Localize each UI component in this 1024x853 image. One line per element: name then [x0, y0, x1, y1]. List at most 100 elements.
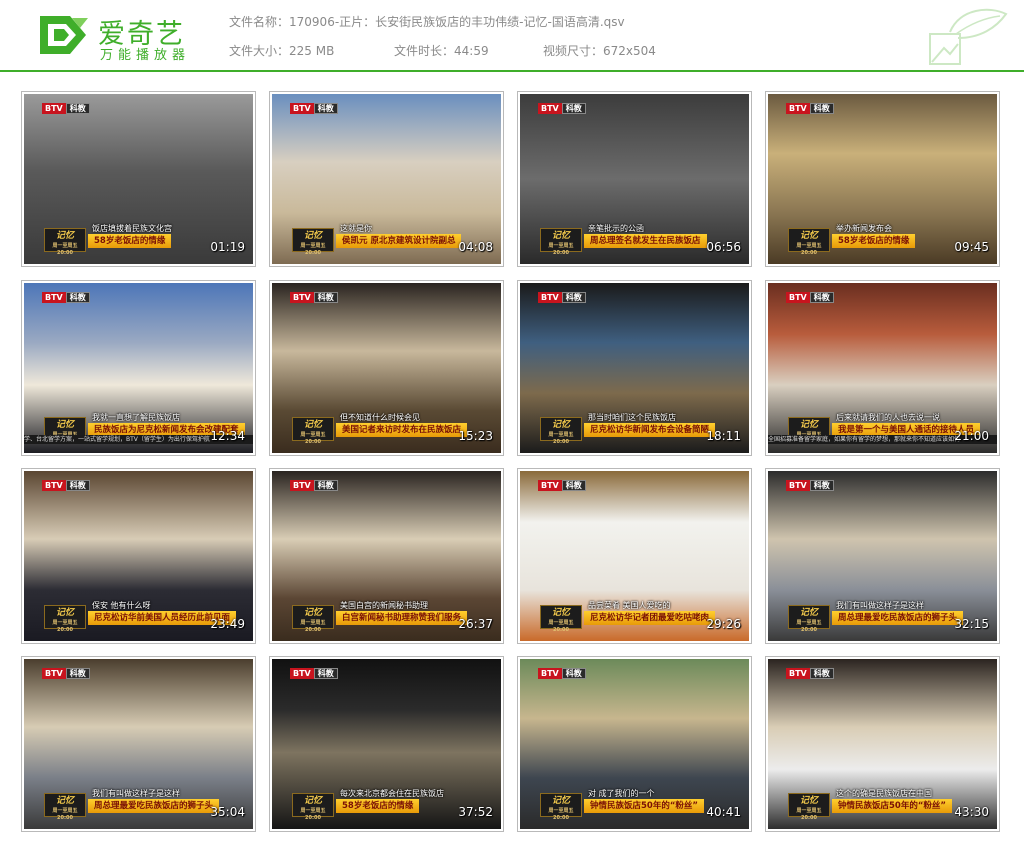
channel-badge: BTV 科教	[538, 103, 586, 114]
filesize-label: 文件大小：	[229, 44, 290, 58]
video-thumbnail[interactable]: BTV 科教 记忆 周一至周五 20:00 我们有叫做这样子是这样 周总理最爱吃民族饭店的…	[765, 468, 1000, 644]
channel-badge-left: BTV	[786, 292, 810, 303]
thumbnail-frame: BTV 科教 记忆 周一至周五 20:00 举办新闻发布会 58岁老饭店的情缘 09:45	[768, 94, 997, 264]
thumbnail-frame: BTV 科教 记忆 周一至周五 20:00 我们有叫做这样子是这样 周总理最爱吃民族饭店的…	[24, 659, 253, 829]
channel-badge-right: 科教	[65, 480, 90, 491]
channel-badge-left: BTV	[42, 103, 66, 114]
caption-bar: 周总理签名就发生在民族饭店	[584, 234, 707, 248]
channel-badge-right: 科教	[561, 292, 586, 303]
video-thumbnail[interactable]: BTV 科教 记忆 周一至周五 20:00 那当时咱们这个民族饭店 尼克松访华新闻发布会设…	[517, 280, 752, 456]
channel-badge: BTV 科教	[290, 668, 338, 679]
filesize-value: 225 MB	[289, 44, 335, 58]
show-logo-title: 记忆	[799, 608, 818, 618]
channel-badge: BTV 科教	[42, 480, 90, 491]
thumbnail-frame: BTV 科教 记忆 周一至周五 20:00 这个的确是民族饭店在中国 钟情民族饭店50年的…	[768, 659, 997, 829]
channel-badge-right: 科教	[561, 480, 586, 491]
show-logo-title: 记忆	[55, 796, 74, 806]
channel-badge-left: BTV	[786, 103, 810, 114]
header: 爱奇艺 万能播放器 文件名称：170906-正片：长安街民族饭店的丰功伟绩-记忆…	[0, 0, 1024, 70]
dimensions-info: 视频尺寸：672x504	[543, 42, 656, 59]
subtitle-text: 举办新闻发布会	[836, 224, 892, 233]
thumbnail-frame: BTV 科教 记忆 周一至周五 20:00 我们有叫做这样子是这样 周总理最爱吃民族饭店的…	[768, 471, 997, 641]
duration-info: 文件时长：44:59	[394, 42, 489, 59]
show-logo: 记忆周一至周五 20:00	[292, 417, 334, 445]
thumbnail-frame: BTV 科教 记忆 周一至周五 20:00 对 成了我们的一个 钟情民族饭店50年的“粉丝…	[520, 659, 749, 829]
channel-badge: BTV 科教	[786, 480, 834, 491]
show-logo-title: 记忆	[55, 231, 74, 241]
channel-badge-right: 科教	[809, 480, 834, 491]
caption-bar: 钟情民族饭店50年的“粉丝”	[832, 799, 953, 813]
video-thumbnail[interactable]: BTV科教记忆周一至周五 20:00后来就请我们的人也去说一说我是第一个与美国人…	[765, 280, 1000, 456]
channel-badge: BTV 科教	[290, 292, 338, 303]
channel-badge-left: BTV	[538, 480, 562, 491]
show-logo-title: 记忆	[303, 608, 322, 618]
video-thumbnail[interactable]: BTV 科教 记忆 周一至周五 20:00 饭店填拔着民族文化宫 58岁老饭店的情缘 01:…	[21, 91, 256, 267]
logo-subtitle: 万能播放器	[100, 48, 191, 63]
channel-badge-left: BTV	[42, 292, 66, 303]
channel-badge: BTV 科教	[538, 480, 586, 491]
dimensions-value: 672x504	[603, 44, 656, 58]
video-thumbnail[interactable]: BTV 科教 记忆 周一至周五 20:00 保安 他有什么呀 尼克松访华前美国人员经历此前…	[21, 468, 256, 644]
channel-badge-right: 科教	[65, 668, 90, 679]
show-logo-subtitle: 周一至周五 20:00	[796, 808, 822, 821]
video-thumbnail[interactable]: BTV 科教 记忆 周一至周五 20:00 美国白宫的新闻秘书助理 白宫新闻秘书助理称赞我…	[269, 468, 504, 644]
subtitle-text: 我们有叫做这样子是这样	[92, 789, 180, 798]
thumbnail-frame: BTV科教记忆周一至周五 20:00我就一直想了解民族饭店民族饭店为尼克松新闻发…	[24, 283, 253, 453]
caption-bar: 尼克松访华记者团最爱吃咕咾肉	[584, 611, 716, 625]
channel-badge-left: BTV	[538, 668, 562, 679]
show-logo: 记忆周一至周五 20:00	[292, 228, 334, 256]
subtitle-text: 但不知道什么时候会见	[340, 413, 420, 422]
video-thumbnail[interactable]: BTV 科教 记忆 周一至周五 20:00 品尝菜肴 美国人爱吃的 尼克松访华记者团最爱吃…	[517, 468, 752, 644]
thumbnail-timestamp: 40:41	[706, 805, 741, 819]
caption-bar: 侯凯元 原北京建筑设计院副总	[336, 234, 462, 248]
channel-badge-right: 科教	[809, 292, 834, 303]
show-logo-title: 记忆	[303, 796, 322, 806]
subtitle-text: 亲笔批示的公函	[588, 224, 644, 233]
channel-badge: BTV 科教	[538, 668, 586, 679]
show-logo-subtitle: 周一至周五 20:00	[548, 432, 574, 445]
thumbnail-frame: BTV 科教 记忆 周一至周五 20:00 亲笔批示的公函 周总理签名就发生在民族饭店 06…	[520, 94, 749, 264]
show-logo-subtitle: 周一至周五 20:00	[300, 620, 326, 633]
video-thumbnail[interactable]: BTV 科教 记忆 周一至周五 20:00 我们有叫做这样子是这样 周总理最爱吃民族饭店的…	[21, 656, 256, 832]
channel-badge-left: BTV	[290, 668, 314, 679]
video-thumbnail[interactable]: BTV 科教 记忆 周一至周五 20:00 这个的确是民族饭店在中国 钟情民族饭店50年的…	[765, 656, 1000, 832]
video-thumbnail[interactable]: BTV 科教 记忆 周一至周五 20:00 举办新闻发布会 58岁老饭店的情缘 09:45	[765, 91, 1000, 267]
filename-value: 170906-正片：长安街民族饭店的丰功伟绩-记忆-国语高清.qsv	[289, 15, 625, 29]
channel-badge-left: BTV	[290, 292, 314, 303]
channel-badge-left: BTV	[786, 480, 810, 491]
channel-badge-left: BTV	[42, 480, 66, 491]
video-thumbnail[interactable]: BTV 科教 记忆 周一至周五 20:00 对 成了我们的一个 钟情民族饭店50年的“粉丝…	[517, 656, 752, 832]
channel-badge: BTV 科教	[786, 668, 834, 679]
channel-badge: BTV 科教	[42, 292, 90, 303]
filename-info: 文件名称：170906-正片：长安街民族饭店的丰功伟绩-记忆-国语高清.qsv	[229, 13, 625, 30]
thumbnail-frame: BTV 科教 记忆 周一至周五 20:00 每次来北京都会住在民族饭店 58岁老饭店的情缘…	[272, 659, 501, 829]
channel-badge-right: 科教	[313, 103, 338, 114]
subtitle-text: 我就一直想了解民族饭店	[92, 413, 180, 422]
show-logo-subtitle: 周一至周五 20:00	[548, 808, 574, 821]
show-logo-subtitle: 周一至周五 20:00	[300, 432, 326, 445]
channel-badge: BTV 科教	[538, 292, 586, 303]
show-logo-title: 记忆	[551, 608, 570, 618]
video-thumbnail[interactable]: BTV 科教 记忆 周一至周五 20:00 每次来北京都会住在民族饭店 58岁老饭店的情缘…	[269, 656, 504, 832]
thumbnail-timestamp: 43:30	[954, 805, 989, 819]
subtitle-text: 每次来北京都会住在民族饭店	[340, 789, 444, 798]
show-logo-title: 记忆	[551, 231, 570, 241]
show-logo-subtitle: 周一至周五 20:00	[52, 243, 78, 256]
channel-badge-right: 科教	[65, 103, 90, 114]
thumbnail-timestamp: 01:19	[210, 240, 245, 254]
video-thumbnail[interactable]: BTV 科教 记忆 周一至周五 20:00 亲笔批示的公函 周总理签名就发生在民族饭店 06…	[517, 91, 752, 267]
channel-badge-left: BTV	[290, 103, 314, 114]
show-logo: 记忆周一至周五 20:00	[540, 793, 582, 821]
show-logo: 记忆周一至周五 20:00	[44, 605, 86, 633]
channel-badge: BTV 科教	[42, 103, 90, 114]
video-thumbnail[interactable]: BTV科教记忆周一至周五 20:00我就一直想了解民族饭店民族饭店为尼克松新闻发…	[21, 280, 256, 456]
subtitle-text: 我们有叫做这样子是这样	[836, 601, 924, 610]
iqiyi-logo: 爱奇艺 万能播放器	[34, 12, 224, 63]
channel-badge-left: BTV	[786, 668, 810, 679]
header-divider	[0, 70, 1024, 72]
subtitle-text: 美国白宫的新闻秘书助理	[340, 601, 428, 610]
video-thumbnail[interactable]: BTV 科教 记忆 周一至周五 20:00 但不知道什么时候会见 美国记者来访时发布在民族…	[269, 280, 504, 456]
channel-badge-right: 科教	[313, 480, 338, 491]
show-logo: 记忆周一至周五 20:00	[44, 228, 86, 256]
video-thumbnail[interactable]: BTV 科教 记忆 周一至周五 20:00 这就是你 侯凯元 原北京建筑设计院副总 04:0…	[269, 91, 504, 267]
